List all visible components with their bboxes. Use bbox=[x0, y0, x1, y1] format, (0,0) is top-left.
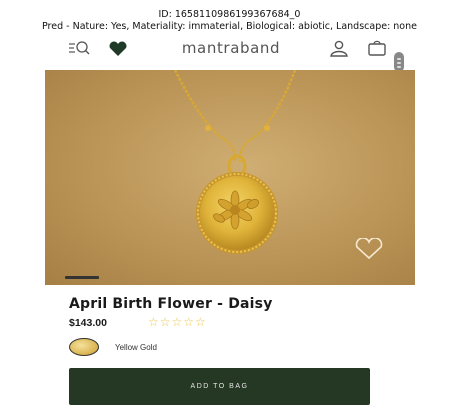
caption-prediction: Pred - Nature: Yes, Materiality: immater… bbox=[42, 21, 417, 32]
rating-stars[interactable]: ☆☆☆☆☆ bbox=[148, 315, 207, 329]
add-to-bag-button[interactable]: ADD TO BAG bbox=[69, 368, 370, 405]
search-icon[interactable] bbox=[68, 40, 94, 61]
product-title: April Birth Flower - Daisy bbox=[69, 296, 273, 312]
caption-id: ID: 1658110986199367684_0 bbox=[158, 9, 301, 20]
scroll-handle[interactable] bbox=[394, 52, 404, 72]
bag-icon[interactable] bbox=[367, 39, 387, 62]
product-price: $143.00 bbox=[69, 317, 107, 329]
heart-icon[interactable] bbox=[108, 41, 128, 62]
user-icon[interactable] bbox=[329, 40, 349, 63]
yellow-gold-swatch[interactable] bbox=[69, 338, 99, 356]
product-image[interactable] bbox=[45, 70, 415, 285]
brand-logo[interactable]: mantraband bbox=[161, 39, 301, 57]
top-navigation: mantraband bbox=[66, 38, 396, 60]
variant-label: Yellow Gold bbox=[115, 343, 157, 352]
carousel-indicator[interactable] bbox=[65, 276, 99, 279]
